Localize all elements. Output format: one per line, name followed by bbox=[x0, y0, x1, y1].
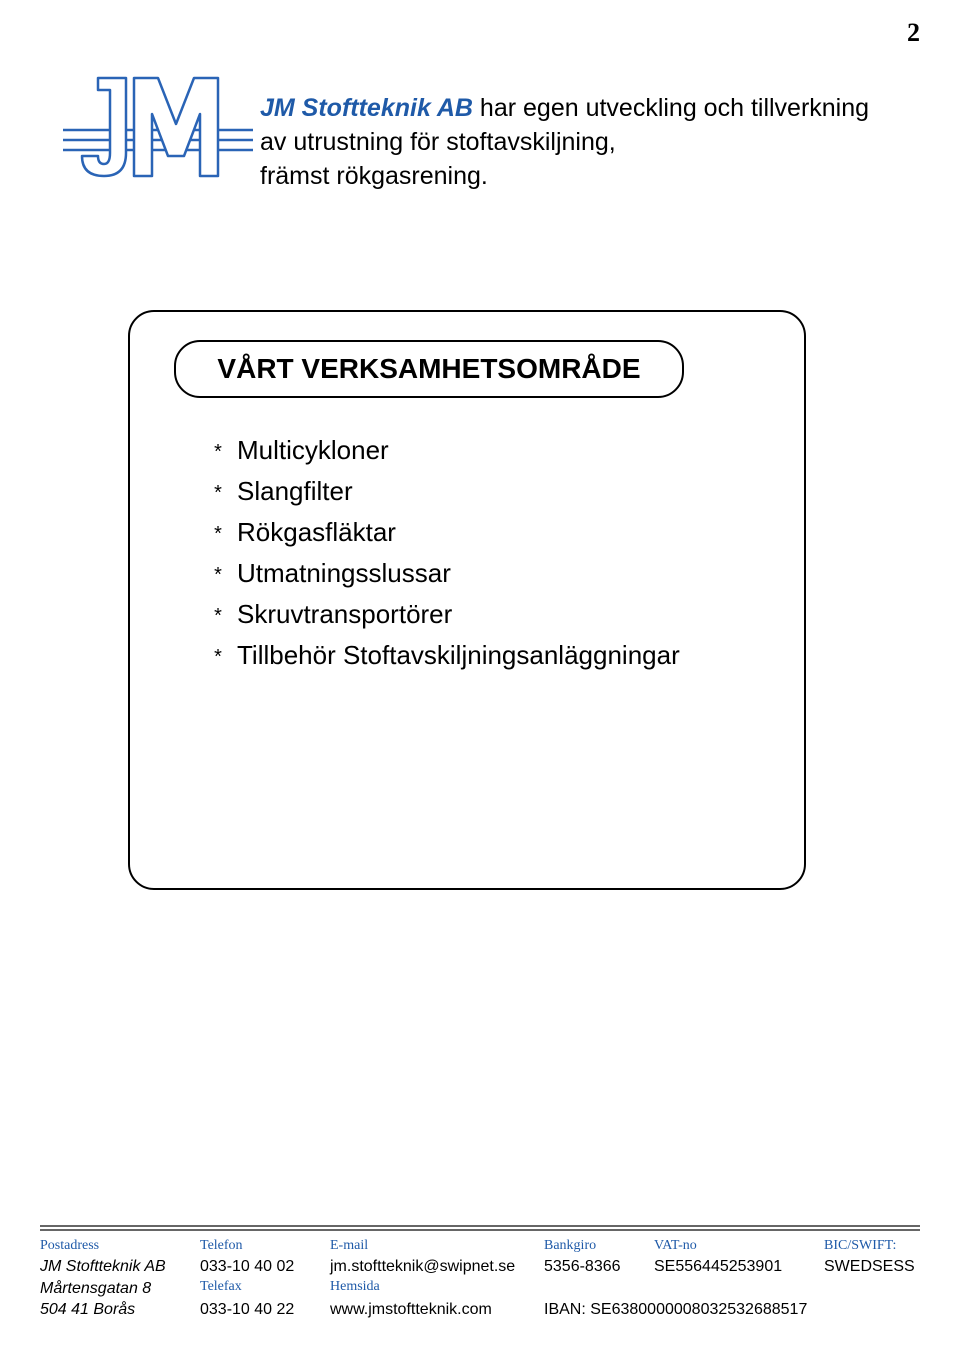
divider bbox=[40, 1229, 920, 1231]
label-email: E-mail bbox=[330, 1237, 544, 1256]
footer-postal: 504 41 Borås bbox=[40, 1299, 200, 1321]
footer-bankgiro: 5356-8366 bbox=[544, 1256, 654, 1278]
footer: Postadress Telefon E-mail Bankgiro VAT-n… bbox=[40, 1223, 920, 1321]
page-number: 2 bbox=[907, 18, 920, 48]
asterisk-icon: * bbox=[211, 482, 225, 510]
label-telefax: Telefax bbox=[200, 1278, 330, 1300]
list-item-label: Tillbehör Stoftavskiljningsanläggningar bbox=[237, 637, 680, 673]
list-item-label: Slangfilter bbox=[237, 473, 353, 509]
footer-vatno: SE556445253901 bbox=[654, 1256, 824, 1278]
footer-bic: SWEDSESS bbox=[824, 1256, 934, 1278]
asterisk-icon: * bbox=[211, 564, 225, 592]
label-vatno: VAT-no bbox=[654, 1237, 824, 1256]
list-item-label: Utmatningsslussar bbox=[237, 555, 451, 591]
divider bbox=[40, 1225, 920, 1227]
list-item-label: Skruvtransportörer bbox=[237, 596, 452, 632]
list-item: * Slangfilter bbox=[211, 473, 759, 510]
label-bankgiro: Bankgiro bbox=[544, 1237, 654, 1256]
list-item: * Tillbehör Stoftavskiljningsanläggningar bbox=[211, 637, 759, 674]
footer-iban: IBAN: SE6380000008032532688517 bbox=[544, 1299, 934, 1321]
asterisk-icon: * bbox=[211, 523, 225, 551]
label-bic: BIC/SWIFT: bbox=[824, 1237, 934, 1256]
intro-text: JM Stoftteknik AB har egen utveckling oc… bbox=[260, 92, 869, 193]
intro-line-2: av utrustning för stoftavskiljning, bbox=[260, 128, 616, 156]
company-logo bbox=[58, 68, 258, 218]
footer-email: jm.stoftteknik@swipnet.se bbox=[330, 1256, 544, 1278]
label-postadress: Postadress bbox=[40, 1237, 200, 1256]
footer-street: Mårtensgatan 8 bbox=[40, 1278, 200, 1300]
intro-line-1: har egen utveckling och tillverkning bbox=[473, 94, 869, 122]
footer-company: JM Stoftteknik AB bbox=[40, 1256, 200, 1278]
list-item: * Multicykloner bbox=[211, 432, 759, 469]
intro-line-3: främst rökgasrening. bbox=[260, 162, 488, 190]
footer-telefon: 033-10 40 02 bbox=[200, 1256, 330, 1278]
activities-list: * Multicykloner * Slangfilter * Rökgasfläkt… bbox=[211, 432, 759, 674]
list-item: * Utmatningsslussar bbox=[211, 555, 759, 592]
label-telefon: Telefon bbox=[200, 1237, 330, 1256]
activities-title: VÅRT VERKSAMHETSOMRÅDE bbox=[174, 340, 684, 398]
footer-telefax: 033-10 40 22 bbox=[200, 1299, 330, 1321]
list-item-label: Rökgasfläktar bbox=[237, 514, 396, 550]
asterisk-icon: * bbox=[211, 441, 225, 469]
activities-panel: VÅRT VERKSAMHETSOMRÅDE * Multicykloner * S… bbox=[128, 310, 806, 890]
list-item-label: Multicykloner bbox=[237, 432, 389, 468]
list-item: * Skruvtransportörer bbox=[211, 596, 759, 633]
footer-hemsida: www.jmstoftteknik.com bbox=[330, 1299, 544, 1321]
asterisk-icon: * bbox=[211, 605, 225, 633]
label-hemsida: Hemsida bbox=[330, 1278, 544, 1300]
company-name: JM Stoftteknik AB bbox=[260, 94, 473, 122]
asterisk-icon: * bbox=[211, 646, 225, 674]
list-item: * Rökgasfläktar bbox=[211, 514, 759, 551]
footer-grid: Postadress Telefon E-mail Bankgiro VAT-n… bbox=[40, 1237, 920, 1321]
page: 2 JM Stoftteknik AB har egen utveckling … bbox=[0, 0, 960, 1357]
